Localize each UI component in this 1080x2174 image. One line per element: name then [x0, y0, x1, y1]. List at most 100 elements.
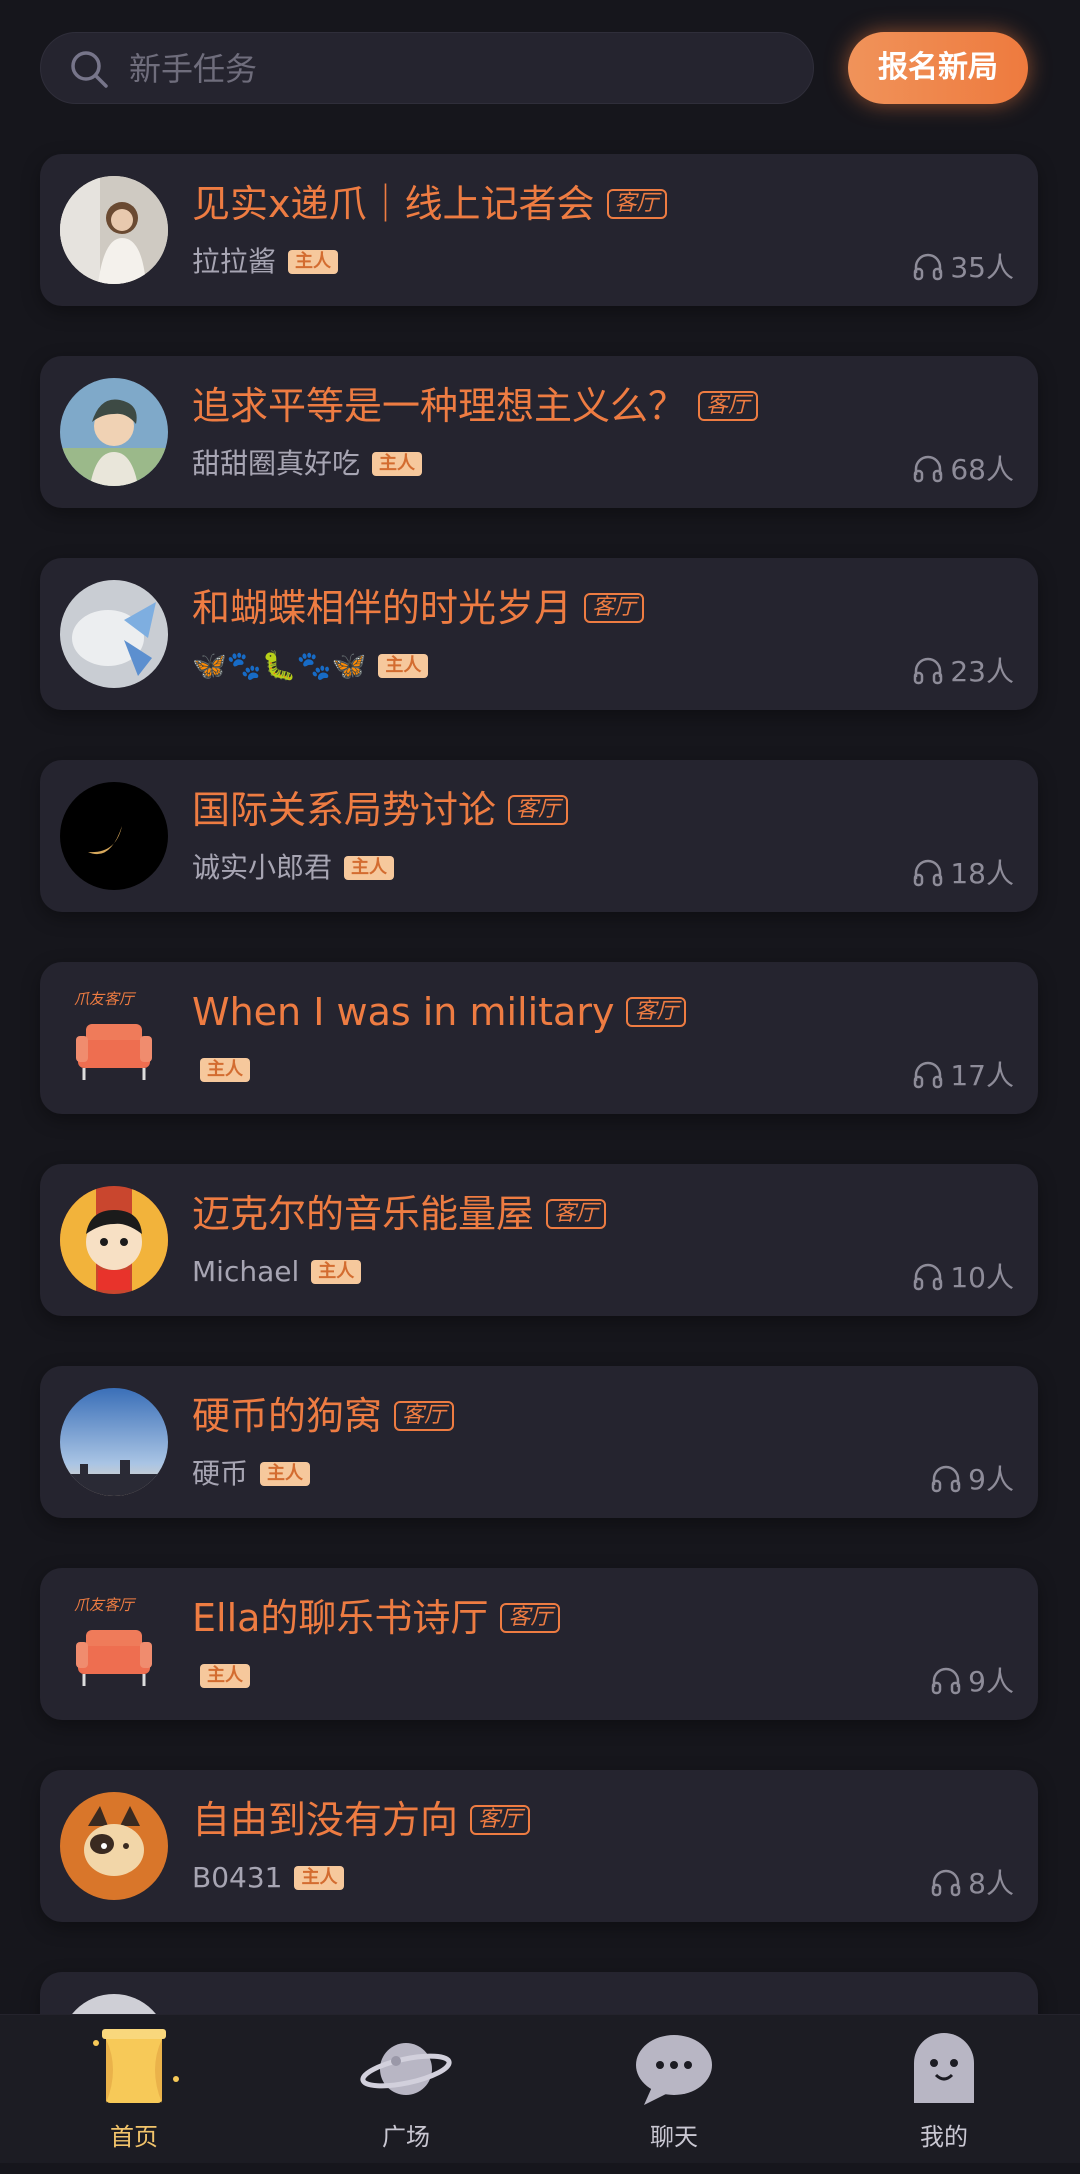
- headphones-icon: [914, 1263, 943, 1291]
- room-card[interactable]: 和蝴蝶相伴的时光岁月 客厅 🦋🐾🐛🐾🦋 主人 23人: [40, 558, 1038, 710]
- room-title-row: 迈克尔的音乐能量屋 客厅: [192, 1190, 607, 1238]
- host-badge: 主人: [311, 1260, 362, 1284]
- search-icon: [71, 51, 108, 88]
- headphones-icon: [914, 657, 943, 685]
- host-row: 主人: [200, 1656, 250, 1696]
- tab-label: 我的: [920, 2123, 968, 2151]
- listener-count: 35人: [912, 246, 1014, 286]
- listener-count: 23人: [912, 650, 1014, 690]
- room-title-row: 国际关系局势讨论 客厅: [192, 786, 569, 834]
- tab-label: 聊天: [650, 2123, 698, 2151]
- room-tag: 客厅: [500, 1603, 561, 1633]
- host-row: 甜甜圈真好吃 主人: [192, 444, 423, 484]
- chat-bubble-icon: [636, 2035, 712, 2105]
- room-title-row: 硬币的狗窝 客厅: [192, 1392, 455, 1440]
- tab-profile[interactable]: 我的: [874, 2029, 1014, 2152]
- tab-home[interactable]: 首页: [64, 2029, 204, 2152]
- host-avatar: [60, 378, 168, 486]
- host-row: 诚实小郎君 主人: [192, 848, 395, 888]
- ghost-icon: [914, 2033, 974, 2103]
- room-card[interactable]: 爪友客厅 Ella的聊乐书诗厅 客厅 主人 9人: [40, 1568, 1038, 1720]
- room-title: 见实x递爪｜线上记者会: [192, 182, 595, 226]
- room-title-row: 追求平等是一种理想主义么？ 客厅: [192, 382, 759, 430]
- listener-count-text: 9人: [968, 1463, 1014, 1496]
- room-tag: 客厅: [394, 1401, 455, 1431]
- host-avatar: [60, 580, 168, 688]
- room-title: 硬币的狗窝: [192, 1394, 383, 1438]
- room-default-avatar: 爪友客厅: [60, 1590, 168, 1698]
- listener-count-text: 23人: [950, 655, 1014, 688]
- tab-square[interactable]: 广场: [336, 2029, 476, 2152]
- room-list: 见实x递爪｜线上记者会 客厅 拉拉酱 主人 35人 追求平等是一种理想主义么？ …: [40, 154, 1038, 2174]
- room-card[interactable]: 硬币的狗窝 客厅 硬币 主人 9人: [40, 1366, 1038, 1518]
- home-icon: [93, 2029, 179, 2103]
- host-badge: 主人: [260, 1462, 311, 1486]
- host-name: 拉拉酱: [192, 245, 277, 278]
- room-title-row: When I was in military 客厅: [192, 988, 687, 1036]
- room-default-avatar: 爪友客厅: [60, 984, 168, 1092]
- host-row: B0431 主人: [192, 1858, 345, 1898]
- room-title-row: 自由到没有方向 客厅: [192, 1796, 531, 1844]
- listener-count-text: 18人: [950, 857, 1014, 890]
- room-title: 和蝴蝶相伴的时光岁月: [192, 586, 573, 630]
- room-card[interactable]: 国际关系局势讨论 客厅 诚实小郎君 主人 18人: [40, 760, 1038, 912]
- room-tag: 客厅: [546, 1199, 607, 1229]
- room-title: Ella的聊乐书诗厅: [192, 1596, 489, 1640]
- listener-count: 9人: [930, 1458, 1014, 1498]
- room-tag: 客厅: [584, 593, 645, 623]
- room-card[interactable]: 追求平等是一种理想主义么？ 客厅 甜甜圈真好吃 主人 68人: [40, 356, 1038, 508]
- room-title-row: Ella的聊乐书诗厅 客厅: [192, 1594, 561, 1642]
- room-card[interactable]: 见实x递爪｜线上记者会 客厅 拉拉酱 主人 35人: [40, 154, 1038, 306]
- host-row: 主人: [200, 1050, 250, 1090]
- host-badge: 主人: [200, 1058, 250, 1082]
- room-card[interactable]: 自由到没有方向 客厅 B0431 主人 8人: [40, 1770, 1038, 1922]
- avatar-label: 爪友客厅: [74, 990, 137, 1008]
- listener-count: 17人: [912, 1054, 1014, 1094]
- listener-count-text: 17人: [950, 1059, 1014, 1092]
- headphones-icon: [914, 859, 943, 887]
- room-title: When I was in military: [192, 990, 615, 1034]
- headphones-icon: [914, 455, 943, 483]
- host-name: 诚实小郎君: [192, 851, 333, 884]
- host-badge: 主人: [372, 452, 423, 476]
- listener-count: 18人: [912, 852, 1014, 892]
- host-avatar: [60, 782, 168, 890]
- room-tag: 客厅: [626, 997, 687, 1027]
- search-placeholder: 新手任务: [129, 50, 258, 88]
- host-name: 甜甜圈真好吃: [192, 447, 361, 480]
- host-name: 🦋🐾🐛🐾🦋: [192, 649, 367, 682]
- host-avatar: [60, 1792, 168, 1900]
- tab-chat[interactable]: 聊天: [604, 2029, 744, 2152]
- host-name: B0431: [192, 1861, 283, 1894]
- host-name: 硬币: [192, 1457, 249, 1490]
- host-avatar: [60, 1388, 168, 1496]
- room-tag: 客厅: [470, 1805, 531, 1835]
- room-tag: 客厅: [606, 189, 667, 219]
- host-badge: 主人: [200, 1664, 250, 1688]
- headphones-icon: [914, 253, 943, 281]
- headphones-icon: [931, 1667, 961, 1695]
- search-input[interactable]: 新手任务: [40, 32, 814, 104]
- headphones-icon: [931, 1465, 961, 1493]
- room-card[interactable]: 迈克尔的音乐能量屋 客厅 Michael 主人 10人: [40, 1164, 1038, 1316]
- host-avatar: [60, 176, 168, 284]
- tab-label: 首页: [110, 2123, 158, 2151]
- listener-count-text: 68人: [950, 453, 1014, 486]
- headphones-icon: [931, 1869, 961, 1897]
- room-title: 追求平等是一种理想主义么？: [192, 384, 687, 428]
- room-tag: 客厅: [508, 795, 569, 825]
- room-title-row: 和蝴蝶相伴的时光岁月 客厅: [192, 584, 645, 632]
- tab-label: 广场: [382, 2123, 430, 2151]
- room-tag: 客厅: [698, 391, 759, 421]
- host-badge: 主人: [294, 1866, 345, 1890]
- listener-count: 10人: [912, 1256, 1014, 1296]
- host-row: 拉拉酱 主人: [192, 242, 339, 282]
- listener-count-text: 35人: [950, 251, 1014, 284]
- host-row: Michael 主人: [192, 1252, 362, 1292]
- room-card[interactable]: 爪友客厅 When I was in military 客厅 主人 17人: [40, 962, 1038, 1114]
- planet-icon: [360, 2043, 452, 2095]
- signup-button[interactable]: 报名新局: [848, 32, 1028, 104]
- room-title: 迈克尔的音乐能量屋: [192, 1192, 535, 1236]
- host-badge: 主人: [288, 250, 339, 274]
- room-title-row: 见实x递爪｜线上记者会 客厅: [192, 180, 667, 228]
